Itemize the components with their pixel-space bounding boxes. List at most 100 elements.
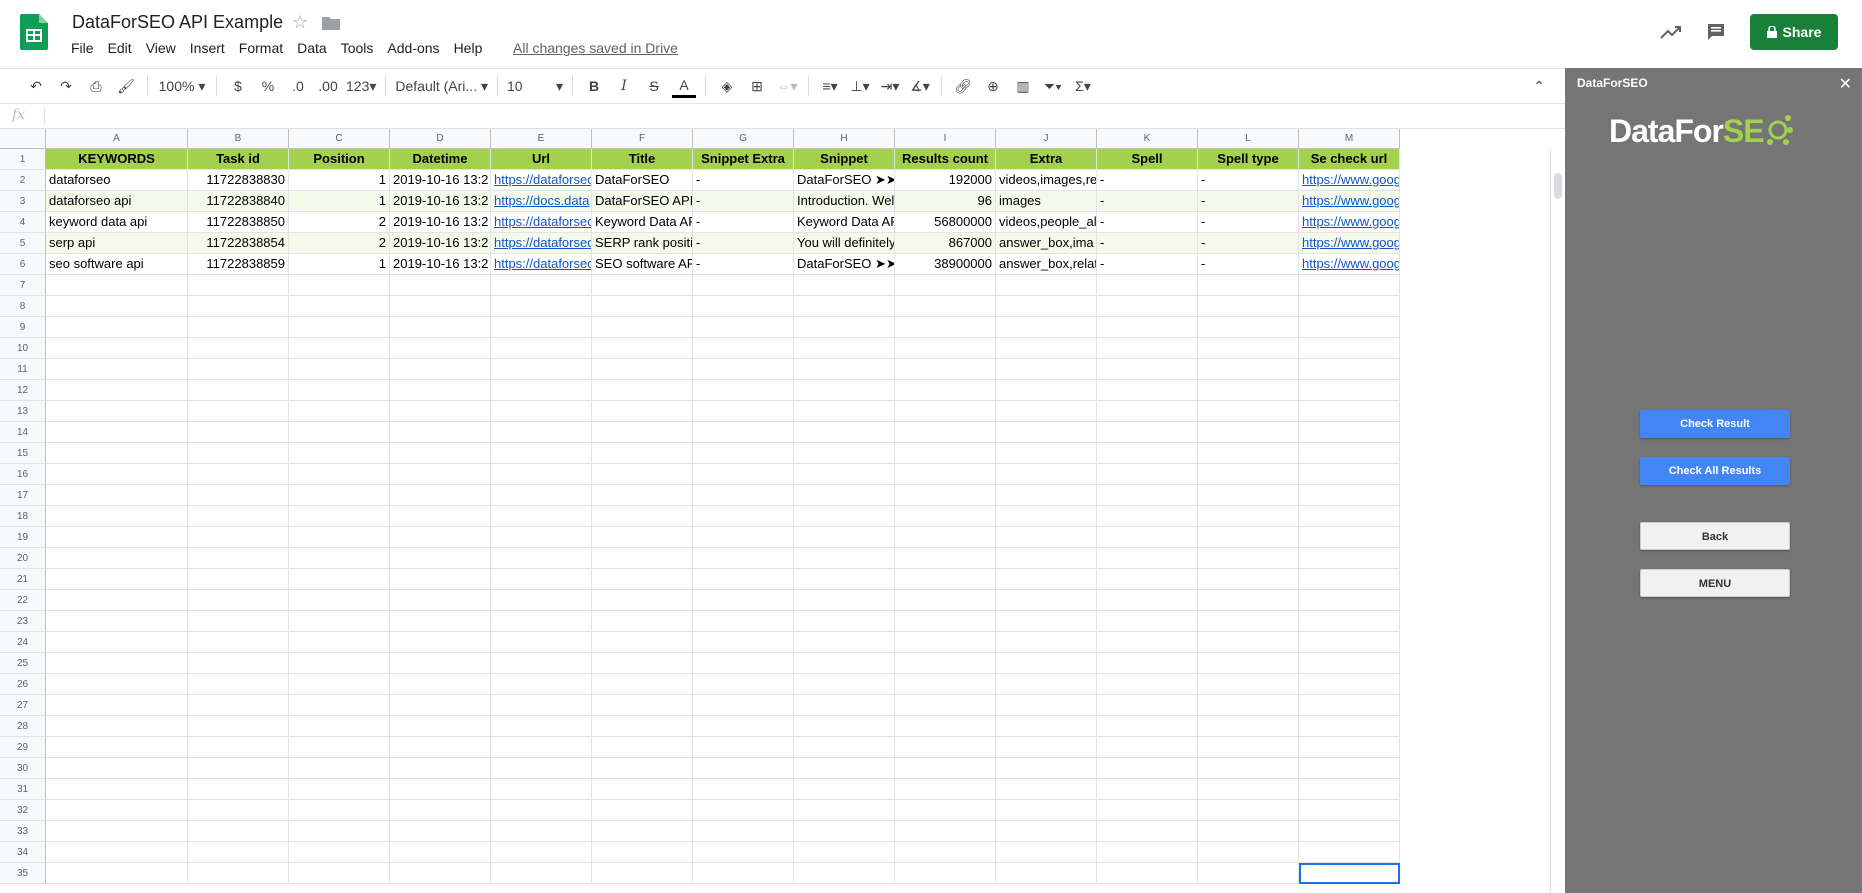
column-header[interactable]: C [289, 129, 390, 149]
empty-cell[interactable] [1097, 779, 1198, 800]
empty-cell[interactable] [592, 338, 693, 359]
empty-cell[interactable] [996, 653, 1097, 674]
empty-cell[interactable] [289, 821, 390, 842]
empty-cell[interactable] [794, 338, 895, 359]
empty-cell[interactable] [188, 380, 289, 401]
empty-cell[interactable] [794, 590, 895, 611]
empty-cell[interactable] [188, 611, 289, 632]
row-header[interactable]: 26 [0, 674, 46, 695]
header-cell[interactable]: Extra [996, 149, 1097, 170]
empty-cell[interactable] [794, 359, 895, 380]
empty-cell[interactable] [1299, 569, 1400, 590]
empty-cell[interactable] [1097, 800, 1198, 821]
empty-cell[interactable] [46, 821, 188, 842]
empty-cell[interactable] [1299, 611, 1400, 632]
empty-cell[interactable] [592, 842, 693, 863]
empty-cell[interactable] [390, 401, 491, 422]
empty-cell[interactable] [390, 842, 491, 863]
empty-cell[interactable] [46, 632, 188, 653]
empty-cell[interactable] [1097, 338, 1198, 359]
empty-cell[interactable] [1299, 443, 1400, 464]
empty-cell[interactable] [592, 296, 693, 317]
empty-cell[interactable] [491, 380, 592, 401]
table-cell[interactable]: https://www.goog [1299, 212, 1400, 233]
empty-cell[interactable] [1299, 296, 1400, 317]
header-cell[interactable]: Title [592, 149, 693, 170]
empty-cell[interactable] [390, 569, 491, 590]
empty-cell[interactable] [390, 779, 491, 800]
empty-cell[interactable] [895, 359, 996, 380]
empty-cell[interactable] [794, 716, 895, 737]
table-cell[interactable]: 11722838840 [188, 191, 289, 212]
empty-cell[interactable] [592, 695, 693, 716]
collapse-toolbar-icon[interactable]: ⌃ [1527, 74, 1551, 98]
empty-cell[interactable] [289, 338, 390, 359]
empty-cell[interactable] [188, 422, 289, 443]
row-header[interactable]: 25 [0, 653, 46, 674]
menu-addons[interactable]: Add-ons [387, 40, 439, 56]
empty-cell[interactable] [46, 716, 188, 737]
empty-cell[interactable] [491, 737, 592, 758]
table-cell[interactable]: - [1198, 170, 1299, 191]
row-header[interactable]: 13 [0, 401, 46, 422]
row-header[interactable]: 15 [0, 443, 46, 464]
row-header[interactable]: 6 [0, 254, 46, 275]
empty-cell[interactable] [1097, 527, 1198, 548]
empty-cell[interactable] [794, 758, 895, 779]
empty-cell[interactable] [1299, 548, 1400, 569]
empty-cell[interactable] [188, 800, 289, 821]
empty-cell[interactable] [289, 674, 390, 695]
empty-cell[interactable] [1299, 485, 1400, 506]
empty-cell[interactable] [188, 296, 289, 317]
empty-cell[interactable] [895, 338, 996, 359]
empty-cell[interactable] [693, 842, 794, 863]
empty-cell[interactable] [491, 485, 592, 506]
empty-cell[interactable] [1198, 569, 1299, 590]
empty-cell[interactable] [693, 716, 794, 737]
empty-cell[interactable] [289, 695, 390, 716]
row-header[interactable]: 14 [0, 422, 46, 443]
table-cell[interactable]: dataforseo api [46, 191, 188, 212]
empty-cell[interactable] [592, 716, 693, 737]
empty-cell[interactable] [46, 443, 188, 464]
table-cell[interactable]: SEO software AP [592, 254, 693, 275]
empty-cell[interactable] [895, 611, 996, 632]
row-header[interactable]: 10 [0, 338, 46, 359]
empty-cell[interactable] [592, 863, 693, 884]
empty-cell[interactable] [188, 632, 289, 653]
empty-cell[interactable] [996, 422, 1097, 443]
empty-cell[interactable] [794, 842, 895, 863]
empty-cell[interactable] [693, 569, 794, 590]
table-cell[interactable]: https://www.goog [1299, 191, 1400, 212]
row-header[interactable]: 4 [0, 212, 46, 233]
empty-cell[interactable] [895, 653, 996, 674]
empty-cell[interactable] [895, 737, 996, 758]
empty-cell[interactable] [1299, 338, 1400, 359]
empty-cell[interactable] [693, 485, 794, 506]
empty-cell[interactable] [188, 569, 289, 590]
empty-cell[interactable] [996, 380, 1097, 401]
empty-cell[interactable] [895, 548, 996, 569]
empty-cell[interactable] [996, 842, 1097, 863]
row-header[interactable]: 11 [0, 359, 46, 380]
empty-cell[interactable] [1299, 674, 1400, 695]
star-icon[interactable]: ☆ [292, 12, 308, 33]
empty-cell[interactable] [895, 443, 996, 464]
empty-cell[interactable] [188, 443, 289, 464]
increase-decimal-button[interactable]: .00 [316, 74, 340, 98]
empty-cell[interactable] [188, 464, 289, 485]
header-cell[interactable]: Spell type [1198, 149, 1299, 170]
row-header[interactable]: 20 [0, 548, 46, 569]
empty-cell[interactable] [188, 821, 289, 842]
menu-edit[interactable]: Edit [108, 40, 132, 56]
table-cell[interactable]: - [693, 212, 794, 233]
column-header[interactable]: H [794, 129, 895, 149]
empty-cell[interactable] [693, 863, 794, 884]
empty-cell[interactable] [996, 695, 1097, 716]
empty-cell[interactable] [592, 737, 693, 758]
empty-cell[interactable] [592, 548, 693, 569]
row-header[interactable]: 21 [0, 569, 46, 590]
empty-cell[interactable] [1097, 359, 1198, 380]
empty-cell[interactable] [693, 380, 794, 401]
header-cell[interactable]: Se check url [1299, 149, 1400, 170]
